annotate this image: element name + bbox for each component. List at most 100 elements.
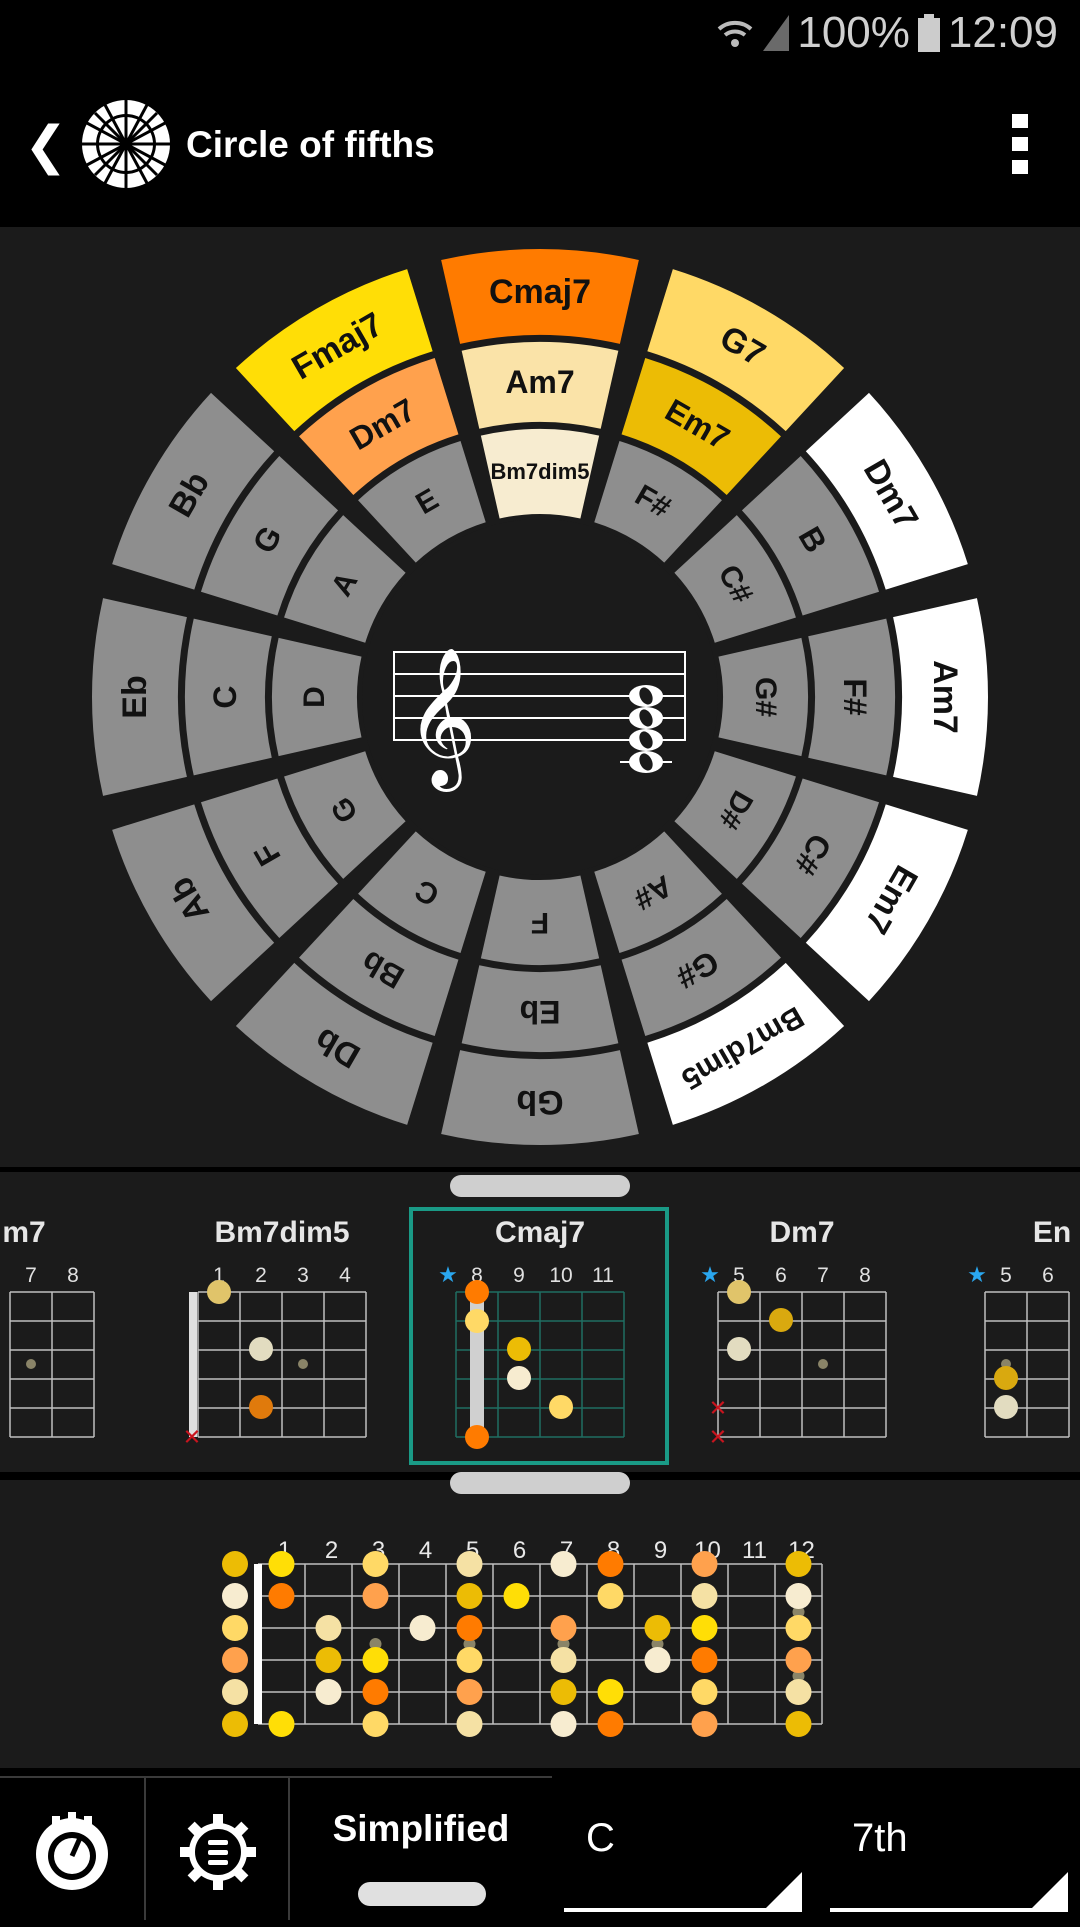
scale-note-dot[interactable] [409,1615,436,1641]
finger-dot [994,1366,1018,1390]
segment-label: Cmaj7 [489,273,591,311]
scale-note-dot[interactable] [456,1647,483,1673]
scale-note-dot[interactable] [456,1615,483,1641]
scale-note-dot[interactable] [597,1679,624,1705]
scale-note-dot[interactable] [691,1615,718,1641]
scale-note-dot[interactable] [222,1679,248,1705]
scale-note-dot[interactable] [362,1711,389,1737]
scale-note-dot[interactable] [222,1583,248,1609]
toggle-switch[interactable] [358,1882,486,1906]
scale-note-dot[interactable] [222,1615,248,1641]
scale-note-dot[interactable] [315,1647,342,1673]
scale-note-dot[interactable] [550,1551,577,1577]
scale-note-dot[interactable] [550,1679,577,1705]
inlay-dot [26,1359,36,1369]
scale-note-dot[interactable] [785,1615,812,1641]
scale-note-dot[interactable] [691,1711,718,1737]
scale-note-dot[interactable] [785,1583,812,1609]
finger-dot [507,1337,531,1361]
middle-ring-segment-Am7[interactable]: Am7 [461,342,619,429]
finger-dot [769,1308,793,1332]
scale-note-dot[interactable] [315,1679,342,1705]
scale-note-dot[interactable] [456,1679,483,1705]
chord-card-Em7[interactable]: m7 7 8 [2,1216,95,1438]
chord-name: Bm7dim5 [214,1216,349,1249]
outer-ring-segment-Am7[interactable]: Am7 [893,598,988,796]
scale-note-dot[interactable] [362,1551,389,1577]
scale-note-dot[interactable] [785,1711,812,1737]
fret-number: 2 [255,1264,267,1287]
chord-card-Dm7[interactable]: Dm75 6 7 8★✕✕ [700,1216,887,1450]
scale-note-dot[interactable] [785,1647,812,1673]
scale-note-dot[interactable] [456,1583,483,1609]
chord-card-Em7[interactable]: En 5 6 ★ [967,1216,1071,1438]
overflow-menu-button[interactable] [1012,114,1028,174]
inner-ring-segment-Bm7dim5[interactable]: Bm7dim5 [480,429,600,519]
scale-note-dot[interactable] [550,1711,577,1737]
scale-note-dot[interactable] [222,1647,248,1673]
fretboard-svg: 1 2 3 4 5 6 7 8 9 10 11 12 [222,1537,823,1737]
simplified-label: Simplified [332,1808,510,1849]
middle-ring-segment-F#[interactable]: F# [808,618,896,776]
scale-note-dot[interactable] [691,1551,718,1577]
fret-number: 11 [742,1537,767,1564]
middle-ring-segment-Eb[interactable]: Eb [461,965,619,1052]
scale-note-dot[interactable] [268,1551,295,1577]
scale-note-dot[interactable] [597,1583,624,1609]
outer-ring-segment-Eb[interactable]: Eb [92,598,187,796]
scale-note-dot[interactable] [644,1647,671,1673]
simplified-toggle[interactable]: Simplified [288,1776,552,1920]
scale-note-dot[interactable] [222,1551,248,1577]
inner-ring-segment-D[interactable]: D [272,637,362,757]
back-button[interactable]: ❮ [24,116,68,176]
segment-label: Eb [116,675,154,718]
inner-ring-segment-F[interactable]: F [480,875,600,965]
scale-note-dot[interactable] [222,1711,248,1737]
fretboard-grid [258,1563,823,1725]
whole-note-G4 [629,707,663,729]
treble-clef-icon: 𝄞 [406,647,477,792]
finger-dot [507,1366,531,1390]
middle-ring-segment-C[interactable]: C [184,618,272,776]
chord-type-spinner[interactable]: 7th [824,1776,1074,1920]
scale-note-dot[interactable] [691,1679,718,1705]
scale-note-dot[interactable] [268,1711,295,1737]
fret-number: 4 [339,1264,351,1287]
chord-card-Cmaj7[interactable]: Cmaj78 9 10 11★ [438,1216,625,1449]
scale-note-dot[interactable] [456,1551,483,1577]
finger-dot [994,1395,1018,1419]
chord-diagram-strip[interactable]: m7 7 8 Bm7dim5 1 2 3 4 ✕ Cmaj7 8 9 10 11 ★ Dm7 5 6 7 8 ★ ✕ ✕ En… [0,1172,1080,1472]
fret-number: 9 [513,1264,525,1287]
scale-note-dot[interactable] [503,1583,530,1609]
scale-note-dot[interactable] [362,1583,389,1609]
settings-button[interactable] [144,1776,288,1920]
scale-note-dot[interactable] [315,1615,342,1641]
scale-note-dot[interactable] [785,1551,812,1577]
inner-ring-segment-G#[interactable]: G# [718,637,808,757]
scale-note-dot[interactable] [268,1583,295,1609]
barre-bar [189,1292,197,1437]
scale-note-dot[interactable] [597,1711,624,1737]
chord-card-Bm7dim5[interactable]: Bm7dim51 2 3 4✕ [183,1216,367,1450]
scale-note-dot[interactable] [456,1711,483,1737]
scale-note-dot[interactable] [362,1679,389,1705]
outer-ring-segment-Cmaj7[interactable]: Cmaj7 [441,249,639,344]
scale-note-dot[interactable] [362,1647,389,1673]
scale-note-dot[interactable] [550,1647,577,1673]
finger-dot [727,1337,751,1361]
key-spinner[interactable]: C [558,1776,808,1920]
chord-name: Dm7 [769,1216,834,1249]
drag-handle-fretboard[interactable] [450,1472,630,1494]
scale-note-dot[interactable] [691,1647,718,1673]
chord-name: En [1033,1216,1071,1249]
scale-note-dot[interactable] [597,1551,624,1577]
metronome-button[interactable] [0,1776,144,1920]
scale-note-dot[interactable] [644,1615,671,1641]
scale-note-dot[interactable] [785,1679,812,1705]
signal-icon [763,15,790,51]
finger-dot [465,1309,489,1333]
scale-note-dot[interactable] [550,1615,577,1641]
chord-type-value: 7th [852,1816,908,1860]
outer-ring-segment-Gb[interactable]: Gb [441,1050,639,1145]
scale-note-dot[interactable] [691,1583,718,1609]
